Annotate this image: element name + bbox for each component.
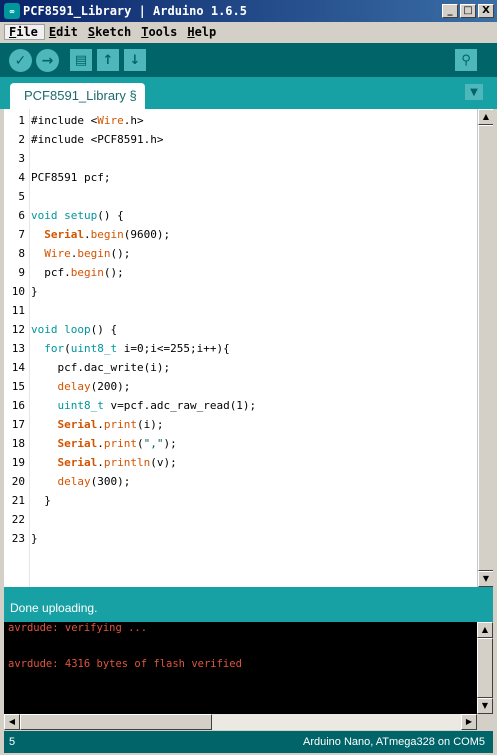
code-line: } <box>31 494 51 507</box>
console-horizontal-scrollbar[interactable]: ◀ ▶ <box>4 714 477 730</box>
save-button[interactable]: ↓ <box>124 49 146 71</box>
code-editor[interactable]: 1 2 3 4 5 6 7 8 9 10 11 12 13 14 15 16 17 18 19 20 21 22 23 #i… <box>4 109 493 587</box>
scroll-up-icon[interactable]: ▲ <box>478 109 493 125</box>
code-line: pcf.dac_write(i); <box>31 361 171 374</box>
maximize-button[interactable]: □ <box>460 4 476 18</box>
board-port-info: Arduino Nano, ATmega328 on COM5 <box>302 736 485 748</box>
new-button[interactable]: ▤ <box>70 49 92 71</box>
code-line: Serial.begin(9600); <box>44 228 171 241</box>
new-file-icon: ▤ <box>74 52 88 68</box>
console-line: avrdude: verifying ... <box>8 622 148 634</box>
tab-bar: PCF8591_Library § ▼ <box>0 77 497 109</box>
code-line: delay(200); <box>57 380 131 393</box>
scroll-left-icon[interactable]: ◀ <box>4 714 20 730</box>
line-number: 16 <box>11 399 25 412</box>
window-title: PCF8591_Library | Arduino 1.6.5 <box>23 4 247 18</box>
line-number: 10 <box>11 285 25 298</box>
line-number: 19 <box>11 456 25 469</box>
scroll-up-icon[interactable]: ▲ <box>477 622 493 638</box>
title-bar: ∞ PCF8591_Library | Arduino 1.6.5 _ □ X <box>0 0 497 22</box>
console-vertical-scrollbar[interactable]: ▲ ▼ <box>477 622 493 714</box>
scroll-thumb[interactable] <box>478 125 493 571</box>
line-number: 1 <box>18 114 25 127</box>
line-number: 12 <box>11 323 25 336</box>
line-number: 8 <box>18 247 25 260</box>
scroll-down-icon[interactable]: ▼ <box>477 698 493 714</box>
minimize-button[interactable]: _ <box>442 4 458 18</box>
scrollbar-corner <box>477 714 493 730</box>
scroll-thumb[interactable] <box>477 638 493 698</box>
line-number: 18 <box>11 437 25 450</box>
line-number-gutter: 1 2 3 4 5 6 7 8 9 10 11 12 13 14 15 16 17 18 19 20 21 22 23 <box>4 109 30 587</box>
menu-edit[interactable]: Edit <box>45 25 84 39</box>
line-number: 5 <box>18 190 25 203</box>
code-line: for(uint8_t i=0;i<=255;i++){ <box>44 342 230 355</box>
menu-tools[interactable]: Tools <box>137 25 183 39</box>
code-line: PCF8591 pcf; <box>31 171 111 184</box>
line-number: 17 <box>11 418 25 431</box>
arrow-right-icon: → <box>41 52 54 69</box>
line-number: 2 <box>18 133 25 146</box>
line-number: 6 <box>18 209 25 222</box>
line-number: 15 <box>11 380 25 393</box>
code-line: Serial.println(v); <box>57 456 177 469</box>
arduino-logo-icon: ∞ <box>4 3 20 19</box>
line-number: 13 <box>11 342 25 355</box>
tab-menu-button[interactable]: ▼ <box>465 84 483 100</box>
status-message: Done uploading. <box>4 587 493 622</box>
line-number-indicator: 5 <box>9 736 16 748</box>
code-line: pcf.begin(); <box>31 266 124 279</box>
line-number: 21 <box>11 494 25 507</box>
footer-bar: 5 Arduino Nano, ATmega328 on COM5 <box>4 731 493 753</box>
line-number: 7 <box>18 228 25 241</box>
code-line: uint8_t v=pcf.adc_raw_read(1); <box>57 399 257 412</box>
line-number: 4 <box>18 171 25 184</box>
menu-file[interactable]: File <box>4 24 45 40</box>
magnifier-icon: ⚲ <box>461 52 471 68</box>
checkmark-icon: ✓ <box>14 52 27 69</box>
menu-bar: File Edit Sketch Tools Help <box>0 22 497 42</box>
line-number: 22 <box>11 513 25 526</box>
open-arrow-up-icon: ↑ <box>102 52 114 68</box>
tab-sketch[interactable]: PCF8591_Library § <box>10 83 145 109</box>
line-number: 9 <box>18 266 25 279</box>
verify-button[interactable]: ✓ <box>9 49 32 72</box>
editor-vertical-scrollbar[interactable]: ▲ ▼ <box>477 109 493 587</box>
code-line: delay(300); <box>57 475 131 488</box>
menu-sketch[interactable]: Sketch <box>84 25 137 39</box>
line-number: 20 <box>11 475 25 488</box>
line-number: 11 <box>11 304 25 317</box>
code-line: void loop() { <box>31 323 118 336</box>
code-area[interactable]: #include <Wire.h> #include <PCF8591.h> PCF… <box>31 109 477 587</box>
code-line: } <box>31 285 38 298</box>
scroll-thumb[interactable] <box>20 714 212 730</box>
menu-help[interactable]: Help <box>183 25 222 39</box>
serial-monitor-button[interactable]: ⚲ <box>455 49 477 71</box>
toolbar: ✓ → ▤ ↑ ↓ ⚲ <box>0 43 497 77</box>
line-number: 23 <box>11 532 25 545</box>
code-line: #include <PCF8591.h> <box>31 133 164 146</box>
open-button[interactable]: ↑ <box>97 49 119 71</box>
triangle-down-icon: ▼ <box>470 86 478 98</box>
scroll-right-icon[interactable]: ▶ <box>461 714 477 730</box>
code-line: Serial.print(","); <box>57 437 177 450</box>
line-number: 14 <box>11 361 25 374</box>
code-line: } <box>31 532 38 545</box>
code-line: Serial.print(i); <box>57 418 164 431</box>
code-line: #include <Wire.h> <box>31 114 144 127</box>
code-line: void setup() { <box>31 209 124 222</box>
code-line: Wire.begin(); <box>44 247 131 260</box>
console-output[interactable]: avrdude: verifying ... avrdude: 4316 byt… <box>4 622 493 730</box>
upload-button[interactable]: → <box>36 49 59 72</box>
save-arrow-down-icon: ↓ <box>129 52 141 68</box>
scroll-down-icon[interactable]: ▼ <box>478 571 493 587</box>
close-button[interactable]: X <box>478 4 494 18</box>
line-number: 3 <box>18 152 25 165</box>
console-line: avrdude: 4316 bytes of flash verified <box>8 658 242 670</box>
